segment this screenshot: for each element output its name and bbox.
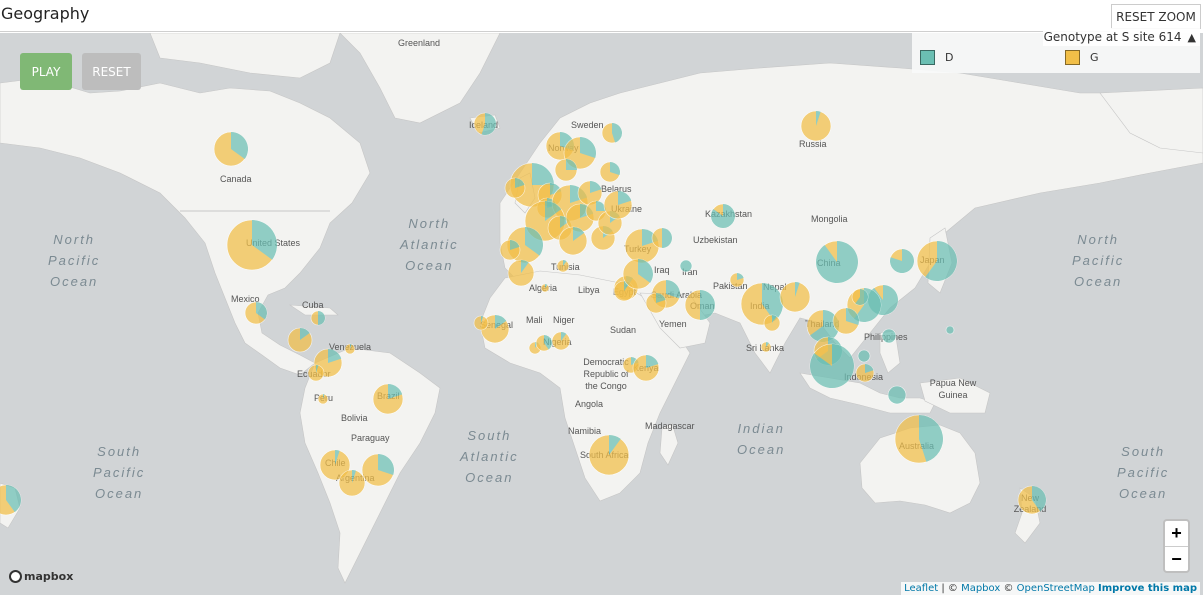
- header-bar: Geography RESET ZOOM: [0, 0, 1203, 33]
- legend-label-g: G: [1090, 51, 1099, 64]
- page-title: Geography: [1, 4, 90, 23]
- land-south-america: [299, 347, 441, 584]
- place-label: Indonesia: [844, 372, 884, 382]
- place-label: Libya: [578, 285, 600, 295]
- ocean-south-pacific-west: South Pacific Ocean: [93, 444, 146, 501]
- header-divider: [0, 0, 1110, 32]
- place-label: Sri Lanka: [746, 343, 785, 353]
- play-button[interactable]: PLAY: [20, 53, 72, 90]
- place-label: Democratic Republic of the Congo: [583, 357, 629, 391]
- place-label: Paraguay: [351, 433, 390, 443]
- place-label: Sweden: [571, 120, 604, 130]
- mapbox-logo[interactable]: mapbox: [9, 570, 73, 583]
- place-label: Egypt: [613, 287, 637, 297]
- osm-link[interactable]: OpenStreetMap: [1017, 583, 1095, 594]
- place-label: Papua New Guinea: [929, 378, 977, 400]
- place-label: Namibia: [568, 426, 602, 436]
- land-arctic-islands: [149, 33, 341, 79]
- place-label: Chile: [325, 458, 346, 468]
- ocean-north-pacific-east: North Pacific Ocean: [1072, 232, 1125, 289]
- place-label: Uzbekistan: [693, 235, 738, 245]
- attribution: Leaflet | © Mapbox © OpenStreetMap Impro…: [901, 582, 1200, 595]
- place-label: Niger: [553, 315, 575, 325]
- legend-header[interactable]: Genotype at S site 614 ▲: [1043, 28, 1200, 46]
- place-label: Madagascar: [645, 421, 695, 431]
- place-label: Mongolia: [811, 214, 848, 224]
- place-label: Norway: [548, 143, 579, 153]
- place-label: Pakistan: [713, 281, 748, 291]
- place-label: Brazil: [377, 391, 400, 401]
- zoom-out-button[interactable]: −: [1165, 547, 1188, 572]
- place-label: Iran: [682, 267, 698, 277]
- ocean-indian: Indian Ocean: [737, 421, 786, 457]
- place-label: Kenya: [633, 363, 659, 373]
- place-label: Argentina: [336, 473, 375, 483]
- place-label: Australia: [899, 441, 935, 451]
- place-label: Thailand: [805, 319, 840, 329]
- place-label: Angola: [575, 399, 604, 409]
- ocean-north-atlantic: North Atlantic Ocean: [400, 216, 459, 273]
- place-label: China: [817, 258, 841, 268]
- land-north-america: [0, 77, 371, 376]
- leaflet-link[interactable]: Leaflet: [904, 583, 938, 594]
- place-label: Iceland: [469, 120, 499, 130]
- place-label: Ukraine: [611, 204, 643, 214]
- place-label: Kazakhstan: [705, 209, 753, 219]
- place-label: South Africa: [580, 450, 629, 460]
- reset-button[interactable]: RESET: [82, 53, 141, 90]
- place-label: New Zealand: [1013, 493, 1047, 514]
- land-nz-west: [0, 482, 21, 529]
- place-label: Russia: [799, 139, 827, 149]
- legend-label-d: D: [945, 51, 954, 64]
- legend-swatch-d: [920, 50, 935, 65]
- place-label: Yemen: [659, 319, 687, 329]
- place-label: Tunisia: [551, 262, 580, 272]
- place-label: Bolivia: [341, 413, 368, 423]
- mapbox-link[interactable]: Mapbox: [961, 583, 1000, 594]
- zoom-control: + −: [1163, 519, 1190, 573]
- land-australia: [859, 424, 981, 514]
- legend-swatch-g: [1065, 50, 1080, 65]
- place-label: Nigeria: [543, 337, 572, 347]
- place-label: Iraq: [654, 265, 670, 275]
- place-label: Canada: [220, 174, 252, 184]
- place-label: Peru: [314, 393, 334, 403]
- place-label: India: [750, 301, 770, 311]
- zoom-in-button[interactable]: +: [1165, 521, 1188, 547]
- place-label: Mali: [526, 315, 543, 325]
- legend-title: Genotype at S site 614: [1043, 30, 1182, 44]
- place-label: Sudan: [610, 325, 637, 335]
- place-label: Nepal: [763, 282, 787, 292]
- place-label: Venezuela: [329, 342, 372, 352]
- place-label: Oman: [690, 301, 715, 311]
- place-label: Saudi Arabia: [651, 290, 703, 300]
- place-label: Philippines: [864, 332, 908, 342]
- place-label: Belarus: [601, 184, 632, 194]
- place-label: Turkey: [624, 244, 652, 254]
- place-label: Mexico: [231, 294, 260, 304]
- place-label: Japan: [920, 255, 945, 265]
- place-label: Algeria: [529, 283, 558, 293]
- place-label: Ecuador: [297, 369, 331, 379]
- world-map[interactable]: North Pacific Ocean North Atlantic Ocean Nor…: [0, 33, 1203, 595]
- reset-zoom-button[interactable]: RESET ZOOM: [1111, 4, 1201, 29]
- ocean-north-pacific-west: North Pacific Ocean: [48, 232, 101, 289]
- ocean-south-atlantic: South Atlantic Ocean: [460, 428, 519, 485]
- mapbox-icon: [9, 570, 22, 583]
- place-label: Cuba: [302, 300, 324, 310]
- place-label: Greenland: [398, 38, 441, 48]
- place-label: United States: [246, 238, 301, 248]
- place-label: Senegal: [480, 320, 514, 330]
- ocean-south-pacific-east: South Pacific Ocean: [1117, 444, 1170, 501]
- chevron-up-icon: ▲: [1187, 30, 1196, 44]
- improve-map-link[interactable]: Improve this map: [1098, 583, 1197, 594]
